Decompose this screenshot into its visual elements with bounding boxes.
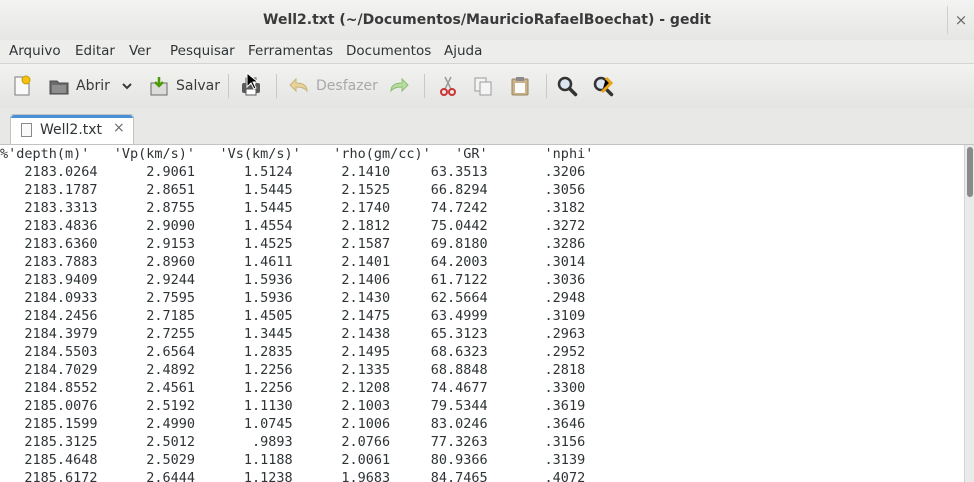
- save-icon: [148, 75, 170, 97]
- paste-button[interactable]: [509, 72, 531, 100]
- undo-label: Desfazer: [316, 78, 378, 94]
- editor-line: 2184.5503 2.6564 1.2835 2.1495 68.6323 .…: [0, 344, 586, 360]
- editor-line: 2184.0933 2.7595 1.5936 2.1430 62.5664 .…: [0, 290, 586, 306]
- editor-line: 2184.3979 2.7255 1.3445 2.1438 65.3123 .…: [0, 326, 586, 342]
- editor-line: 2183.0264 2.9061 1.5124 2.1410 63.3513 .…: [0, 164, 586, 180]
- chevron-down-icon: [116, 75, 138, 97]
- new-document-button[interactable]: [11, 72, 33, 100]
- document-tabs: Well2.txt ×: [0, 108, 974, 145]
- open-label: Abrir: [76, 78, 110, 94]
- toolbar-separator: [276, 74, 277, 98]
- clipboard-icon: [509, 75, 531, 97]
- editor-line: 2185.3125 2.5012 .9893 2.0766 77.3263 .3…: [0, 434, 586, 450]
- scissors-icon: [437, 75, 459, 97]
- menu-bar: Arquivo Editar Ver Pesquisar Ferramentas…: [0, 40, 974, 64]
- copy-icon: [472, 75, 494, 97]
- editor-line: 2183.3313 2.8755 1.5445 2.1740 74.7242 .…: [0, 200, 586, 216]
- editor-line: 2185.4648 2.5029 1.1188 2.0061 80.9366 .…: [0, 452, 586, 468]
- menu-ferramentas[interactable]: Ferramentas: [248, 43, 333, 59]
- vertical-scrollbar[interactable]: [964, 145, 974, 482]
- menu-pesquisar[interactable]: Pesquisar: [170, 43, 235, 59]
- editor-line: 2185.6172 2.6444 1.1238 1.9683 84.7465 .…: [0, 470, 586, 482]
- editor-line: 2184.8552 2.4561 1.2256 2.1208 74.4677 .…: [0, 380, 586, 396]
- recent-files-dropdown[interactable]: [116, 72, 138, 100]
- editor-line: 2184.7029 2.4892 1.2256 2.1335 68.8848 .…: [0, 362, 586, 378]
- save-button[interactable]: Salvar: [148, 72, 220, 100]
- menu-editar[interactable]: Editar: [75, 43, 115, 59]
- find-button[interactable]: [556, 72, 578, 100]
- toolbar-separator: [228, 74, 229, 98]
- undo-button[interactable]: Desfazer: [288, 72, 378, 100]
- find-replace-icon: [592, 75, 614, 97]
- mouse-pointer-icon: [246, 72, 258, 90]
- editor-line: %'depth(m)' 'Vp(km/s)' 'Vs(km/s)' 'rho(g…: [0, 146, 594, 162]
- text-editor[interactable]: %'depth(m)' 'Vp(km/s)' 'Vs(km/s)' 'rho(g…: [0, 145, 964, 482]
- editor-line: 2183.1787 2.8651 1.5445 2.1525 66.8294 .…: [0, 182, 586, 198]
- editor-line: 2185.1599 2.4990 1.0745 2.1006 83.0246 .…: [0, 416, 586, 432]
- toolbar-separator: [546, 74, 547, 98]
- editor-line: 2183.7883 2.8960 1.4611 2.1401 64.2003 .…: [0, 254, 586, 270]
- title-bar: Well2.txt (~/Documentos/MauricioRafaelBo…: [0, 0, 974, 40]
- redo-icon: [388, 75, 410, 97]
- editor-line: 2183.9409 2.9244 1.5936 2.1406 61.7122 .…: [0, 272, 586, 288]
- toolbar-separator: [424, 74, 425, 98]
- toolbar: Abrir Salvar Desfazer: [0, 64, 974, 109]
- editor-line: 2185.0076 2.5192 1.1130 2.1003 79.5344 .…: [0, 398, 586, 414]
- tab-well2[interactable]: Well2.txt ×: [10, 114, 134, 144]
- search-icon: [556, 75, 578, 97]
- menu-ver[interactable]: Ver: [129, 43, 151, 59]
- close-window-button[interactable]: ×: [947, 6, 974, 34]
- folder-icon: [48, 75, 70, 97]
- undo-icon: [288, 75, 310, 97]
- menu-ajuda[interactable]: Ajuda: [444, 43, 482, 59]
- redo-button[interactable]: [388, 72, 410, 100]
- window-title: Well2.txt (~/Documentos/MauricioRafaelBo…: [263, 12, 711, 28]
- open-button[interactable]: Abrir: [48, 72, 110, 100]
- document-icon: [21, 123, 32, 137]
- editor-line: 2183.6360 2.9153 1.4525 2.1587 69.8180 .…: [0, 236, 586, 252]
- menu-arquivo[interactable]: Arquivo: [9, 43, 61, 59]
- tab-label: Well2.txt: [40, 122, 103, 138]
- scrollbar-thumb[interactable]: [967, 147, 973, 197]
- copy-button[interactable]: [472, 72, 494, 100]
- menu-documentos[interactable]: Documentos: [346, 43, 431, 59]
- editor-line: 2184.2456 2.7185 1.4505 2.1475 63.4999 .…: [0, 308, 586, 324]
- new-document-icon: [11, 75, 33, 97]
- find-replace-button[interactable]: [592, 72, 614, 100]
- close-tab-button[interactable]: ×: [113, 120, 125, 136]
- save-label: Salvar: [176, 78, 220, 94]
- editor-line: 2183.4836 2.9090 1.4554 2.1812 75.0442 .…: [0, 218, 586, 234]
- cut-button[interactable]: [437, 72, 459, 100]
